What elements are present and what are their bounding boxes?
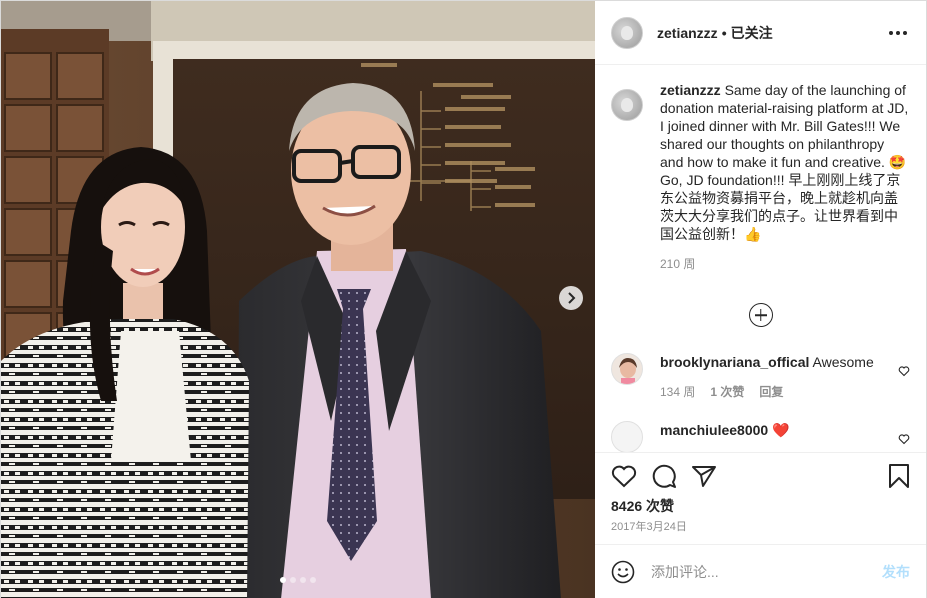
more-horizontal-icon[interactable] — [886, 21, 910, 45]
header-separator: • — [721, 24, 727, 41]
carousel-dot — [280, 577, 286, 583]
carousel-dot — [310, 577, 316, 583]
comment-text: Awesome — [812, 354, 874, 370]
caption: zetianzzz Same day of the launching of d… — [611, 81, 910, 273]
chevron-right-icon — [568, 292, 576, 304]
next-slide-button[interactable] — [559, 286, 583, 310]
avatar-image — [612, 354, 642, 384]
comment-bubble-icon — [652, 464, 676, 488]
post-modal: zetianzzz • 已关注 zetianzzz Same day of th… — [0, 0, 927, 598]
avatar[interactable] — [611, 421, 643, 452]
load-more-comments — [611, 303, 910, 327]
carousel-dot — [290, 577, 296, 583]
heart-icon[interactable] — [898, 365, 910, 377]
share-button[interactable] — [691, 461, 731, 491]
save-button[interactable] — [886, 461, 910, 491]
post-media[interactable] — [1, 1, 595, 598]
post-comment-button[interactable]: 发布 — [882, 562, 910, 582]
likes-count[interactable]: 8426 次赞 — [611, 497, 910, 515]
comment-likes[interactable]: 1 次赞 — [710, 383, 744, 401]
bookmark-icon — [889, 464, 909, 488]
plus-circle-icon[interactable] — [748, 303, 773, 327]
comment-input[interactable] — [651, 564, 882, 580]
follow-status-button[interactable]: 已关注 — [731, 23, 773, 43]
reply-button[interactable]: 回复 — [759, 383, 783, 401]
heart-icon — [611, 465, 637, 488]
add-comment-bar: 发布 — [595, 544, 926, 598]
avatar[interactable] — [611, 16, 643, 49]
post-details-panel: zetianzzz • 已关注 zetianzzz Same day of th… — [595, 1, 926, 598]
comment-time[interactable]: 134 周 — [660, 383, 695, 401]
caption-text: Same day of the launching of donation ma… — [660, 82, 909, 242]
caption-username[interactable]: zetianzzz — [660, 82, 721, 98]
post-date[interactable]: 2017年3月24日 — [611, 520, 910, 534]
heart-icon[interactable] — [898, 433, 910, 445]
carousel-indicators — [1, 577, 595, 583]
post-actions: 8426 次赞 2017年3月24日 — [595, 452, 926, 544]
comment-item: manchiulee8000 ❤️ — [611, 421, 910, 452]
comments-list[interactable]: zetianzzz Same day of the launching of d… — [595, 65, 926, 452]
like-button[interactable] — [611, 461, 651, 491]
comment-text: ❤️ — [772, 422, 790, 438]
comment-item: brooklynariana_offical Awesome 134 周 1 次… — [611, 353, 910, 401]
caption-time[interactable]: 210 周 — [660, 255, 910, 273]
avatar[interactable] — [611, 353, 643, 385]
comment-username[interactable]: manchiulee8000 — [660, 422, 768, 438]
smiley-icon[interactable] — [611, 560, 635, 584]
post-header: zetianzzz • 已关注 — [595, 1, 926, 65]
comment-button[interactable] — [651, 461, 691, 491]
carousel-dot — [300, 577, 306, 583]
paper-plane-icon — [692, 466, 716, 487]
header-username[interactable]: zetianzzz — [657, 25, 718, 41]
comment-username[interactable]: brooklynariana_offical — [660, 354, 809, 370]
photo — [1, 1, 595, 598]
avatar[interactable] — [611, 89, 643, 121]
